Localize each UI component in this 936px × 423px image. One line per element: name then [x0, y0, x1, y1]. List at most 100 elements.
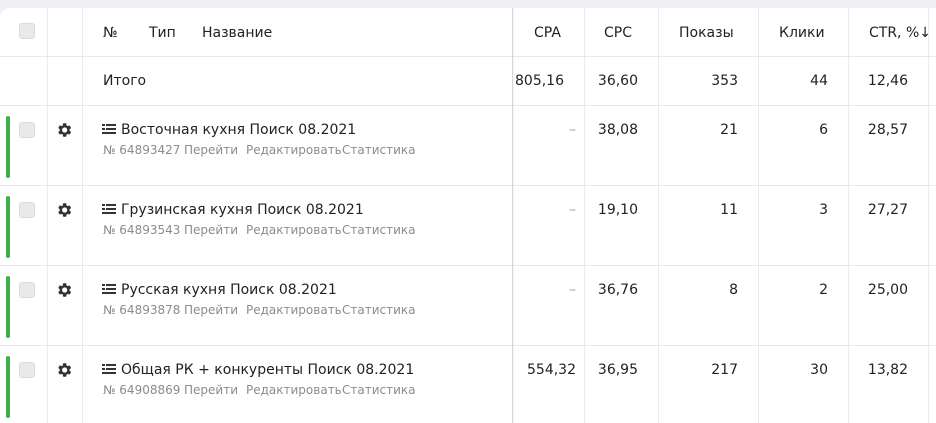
stats-link[interactable]: Статистика [342, 303, 416, 318]
column-divider [584, 106, 585, 185]
ctr-value: 25,00 [867, 282, 908, 298]
total-label: Итого [103, 73, 147, 89]
cpc-value: 38,08 [597, 122, 638, 138]
total-clicks: 44 [810, 73, 828, 89]
column-divider [928, 186, 929, 265]
campaign-name[interactable]: Русская кухня Поиск 08.2021 [121, 281, 337, 299]
shows-value: 217 [711, 362, 738, 378]
campaign-type-icon [102, 364, 116, 374]
column-divider [928, 106, 929, 185]
campaign-number: № 64893878 [103, 303, 181, 317]
status-indicator [6, 276, 10, 338]
column-divider [758, 186, 759, 265]
row-checkbox[interactable] [19, 362, 35, 378]
column-divider [584, 186, 585, 265]
edit-link[interactable]: Редактировать [246, 143, 342, 158]
column-divider [47, 57, 48, 105]
status-indicator [6, 196, 10, 258]
ctr-value: 27,27 [867, 202, 908, 218]
status-indicator [6, 356, 10, 418]
table-row: Восточная кухня Поиск 08.2021 № 64893427… [0, 106, 936, 186]
column-divider [928, 266, 929, 345]
column-divider [47, 8, 48, 56]
stats-link[interactable]: Статистика [342, 383, 416, 398]
column-header-cpc[interactable]: CPC [604, 24, 632, 42]
column-divider [658, 186, 659, 265]
column-divider [47, 346, 48, 423]
campaign-number: № 64893543 [103, 223, 181, 237]
stats-link[interactable]: Статистика [342, 143, 416, 158]
column-divider [848, 8, 849, 56]
column-divider [758, 266, 759, 345]
column-divider [848, 57, 849, 105]
column-divider [928, 57, 929, 105]
column-divider [658, 346, 659, 423]
column-divider [848, 346, 849, 423]
goto-link[interactable]: Перейти [184, 223, 238, 238]
column-divider [848, 106, 849, 185]
cpa-value: – [569, 282, 576, 298]
campaign-name[interactable]: Восточная кухня Поиск 08.2021 [121, 121, 356, 139]
campaign-name[interactable]: Общая РК + конкуренты Поиск 08.2021 [121, 361, 414, 379]
cpc-value: 36,95 [597, 362, 638, 378]
column-divider [82, 346, 83, 423]
column-divider [758, 106, 759, 185]
cpa-value: – [569, 202, 576, 218]
column-header-ctr[interactable]: CTR, %↓ [869, 24, 931, 42]
gear-icon[interactable] [55, 121, 73, 139]
goto-link[interactable]: Перейти [184, 143, 238, 158]
column-divider [658, 8, 659, 56]
edit-link[interactable]: Редактировать [246, 303, 342, 318]
table-row: Общая РК + конкуренты Поиск 08.2021 № 64… [0, 346, 936, 423]
edit-link[interactable]: Редактировать [246, 383, 342, 398]
column-header-cpa[interactable]: CPA [534, 24, 561, 42]
column-header-type[interactable]: Тип [149, 24, 176, 42]
column-divider [82, 106, 83, 185]
shows-value: 11 [720, 202, 738, 218]
column-divider [758, 346, 759, 423]
total-row: Итого 805,16 36,60 353 44 12,46 [0, 57, 936, 106]
column-divider [658, 106, 659, 185]
column-divider [584, 346, 585, 423]
clicks-value: 30 [810, 362, 828, 378]
column-divider [848, 186, 849, 265]
goto-link[interactable]: Перейти [184, 303, 238, 318]
row-checkbox[interactable] [19, 122, 35, 138]
table-row: Грузинская кухня Поиск 08.2021 № 6489354… [0, 186, 936, 266]
column-header-name[interactable]: Название [202, 24, 272, 42]
column-header-number[interactable]: № [103, 24, 118, 42]
ctr-label: CTR, % [869, 25, 920, 41]
row-checkbox[interactable] [19, 202, 35, 218]
sort-desc-icon: ↓ [919, 25, 931, 41]
clicks-value: 2 [819, 282, 828, 298]
column-divider [82, 186, 83, 265]
stats-link[interactable]: Статистика [342, 223, 416, 238]
gear-icon[interactable] [55, 361, 73, 379]
row-checkbox[interactable] [19, 282, 35, 298]
select-all-checkbox[interactable] [19, 23, 35, 39]
goto-link[interactable]: Перейти [184, 383, 238, 398]
column-header-shows[interactable]: Показы [679, 24, 734, 42]
edit-link[interactable]: Редактировать [246, 223, 342, 238]
gear-icon[interactable] [55, 201, 73, 219]
campaign-type-icon [102, 124, 116, 134]
cpa-value: – [569, 122, 576, 138]
campaign-number: № 64908869 [103, 383, 181, 397]
status-indicator [6, 116, 10, 178]
total-cpc: 36,60 [597, 73, 638, 89]
column-header-clicks[interactable]: Клики [779, 24, 825, 42]
column-divider [758, 8, 759, 56]
column-divider [47, 106, 48, 185]
shows-value: 8 [729, 282, 738, 298]
total-shows: 353 [711, 73, 738, 89]
frozen-column-divider [512, 8, 513, 423]
column-divider [584, 266, 585, 345]
gear-icon[interactable] [55, 281, 73, 299]
clicks-value: 3 [819, 202, 828, 218]
total-ctr: 12,46 [867, 73, 908, 89]
column-divider [82, 8, 83, 56]
campaign-name[interactable]: Грузинская кухня Поиск 08.2021 [121, 201, 364, 219]
column-divider [47, 266, 48, 345]
ctr-value: 13,82 [867, 362, 908, 378]
campaign-type-icon [102, 284, 116, 294]
